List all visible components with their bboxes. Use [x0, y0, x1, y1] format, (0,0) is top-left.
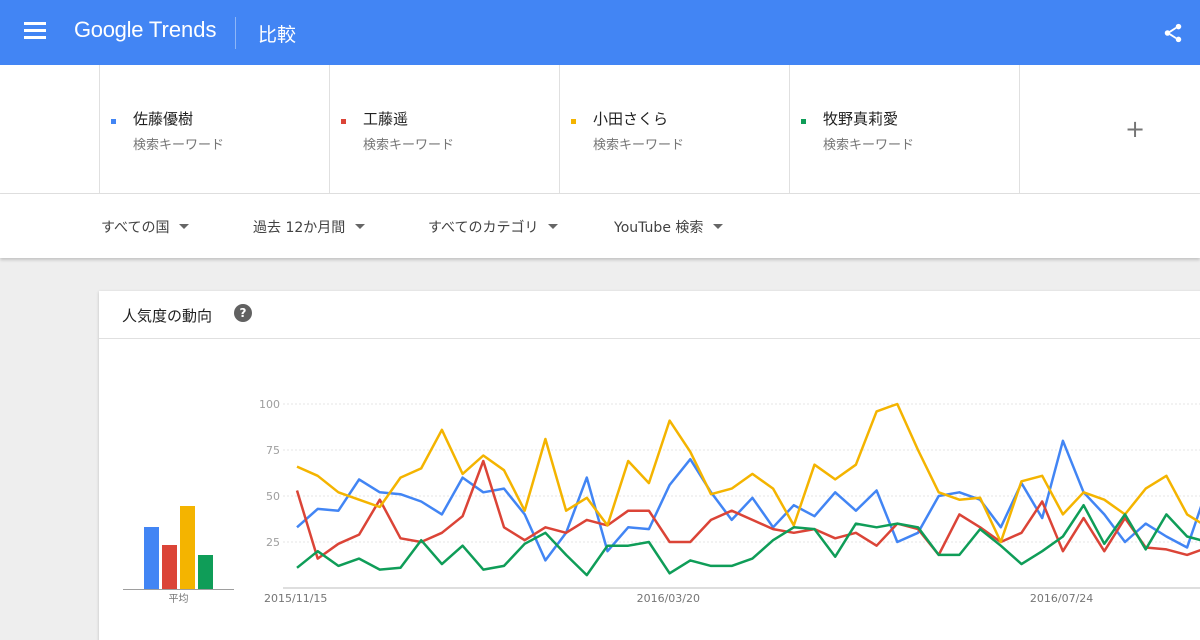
search-terms-bar: 佐藤優樹 検索キーワード 工藤遥 検索キーワード 小田さくら 検索キーワード 牧… [0, 65, 1200, 194]
page-title: 比較 [258, 24, 297, 46]
region-label: すべての国 [101, 220, 170, 236]
dropdown-caret-icon [179, 223, 190, 229]
average-bar-4 [198, 554, 213, 589]
series-line-3[interactable] [296, 402, 1200, 544]
term-type: 検索キーワード [593, 138, 685, 153]
average-bar-1 [144, 526, 159, 589]
region-dropdown[interactable]: すべての国 [101, 217, 190, 237]
card-title: 人気度の動向 [122, 307, 213, 325]
add-term-button[interactable]: + [1019, 65, 1200, 193]
term-color-dot [341, 119, 346, 124]
trend-line-chart[interactable]: 100 75 50 25 2015/11/15 2016/03/20 2016/07/24 [250, 395, 1200, 605]
average-bar-3 [180, 506, 195, 589]
share-icon[interactable] [1162, 22, 1184, 44]
help-icon[interactable]: ? [234, 304, 252, 322]
menu-icon[interactable] [24, 22, 46, 42]
search-type-label: YouTube 検索 [614, 220, 704, 236]
term-name: 工藤遥 [363, 110, 409, 128]
term-type: 検索キーワード [133, 138, 225, 153]
logo-trends-text: Trends [148, 17, 217, 42]
logo-google-text: Google [74, 17, 144, 42]
card-divider [99, 338, 1200, 339]
term-name: 牧野真莉愛 [823, 110, 899, 128]
term-color-dot [571, 119, 576, 124]
period-dropdown[interactable]: 過去 12か月間 [253, 217, 366, 237]
y-tick-label: 100 [259, 398, 280, 411]
series-line-4[interactable] [296, 503, 1200, 577]
plus-icon: + [1125, 115, 1146, 143]
average-label: 平均 [168, 594, 189, 605]
chart-svg: 100 75 50 25 2015/11/15 2016/03/20 2016/07/24 [259, 398, 1200, 605]
y-tick-label: 75 [266, 444, 280, 457]
dropdown-caret-icon [548, 223, 559, 229]
y-tick-label: 50 [266, 490, 280, 503]
average-bars: 平均 [123, 441, 235, 605]
app-header: Google Trends 比較 [0, 0, 1200, 65]
google-trends-logo[interactable]: Google Trends [74, 17, 217, 43]
search-term-2[interactable]: 工藤遥 検索キーワード [329, 65, 559, 193]
y-tick-label: 25 [266, 536, 280, 549]
term-type: 検索キーワード [363, 138, 455, 153]
x-tick-label: 2016/07/24 [1030, 592, 1093, 605]
dropdown-caret-icon [713, 223, 724, 229]
search-term-3[interactable]: 小田さくら 検索キーワード [559, 65, 789, 193]
x-tick-label: 2016/03/20 [637, 592, 700, 605]
dropdown-caret-icon [355, 223, 366, 229]
term-type: 検索キーワード [823, 138, 915, 153]
term-color-dot [111, 119, 116, 124]
average-bar-2 [162, 544, 177, 589]
search-term-4[interactable]: 牧野真莉愛 検索キーワード [789, 65, 1019, 193]
header-divider [235, 17, 236, 49]
category-dropdown[interactable]: すべてのカテゴリ [428, 217, 559, 237]
search-term-1[interactable]: 佐藤優樹 検索キーワード [99, 65, 329, 193]
category-label: すべてのカテゴリ [428, 220, 539, 236]
period-label: 過去 12か月間 [253, 220, 346, 236]
term-name: 佐藤優樹 [133, 110, 194, 128]
filters-bar: すべての国 過去 12か月間 すべてのカテゴリ YouTube 検索 [0, 194, 1200, 258]
search-type-dropdown[interactable]: YouTube 検索 [614, 217, 724, 237]
term-color-dot [801, 119, 806, 124]
term-name: 小田さくら [593, 110, 669, 128]
x-tick-label: 2015/11/15 [264, 592, 327, 605]
